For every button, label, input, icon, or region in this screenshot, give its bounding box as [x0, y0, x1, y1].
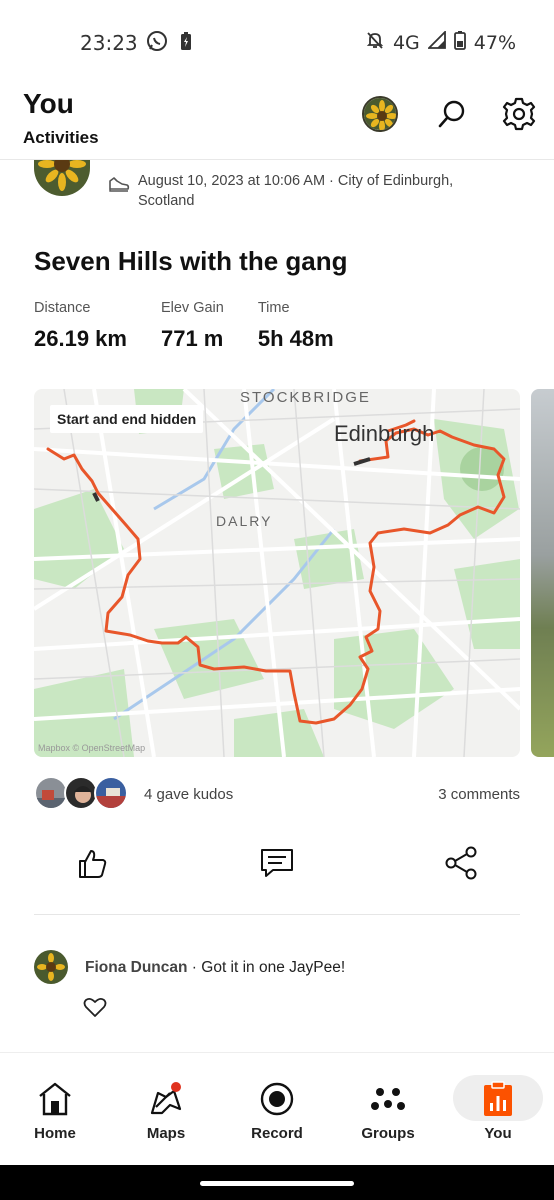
comments-count[interactable]: 3 comments — [438, 786, 520, 803]
stat-value: 771 m — [160, 326, 224, 351]
status-time: 23:23 — [80, 31, 138, 55]
home-gesture-handle[interactable] — [200, 1181, 354, 1186]
kudos-count[interactable]: 4 gave kudos — [144, 786, 233, 803]
nav-label: Record — [251, 1125, 303, 1142]
divider — [34, 914, 520, 915]
status-bar: 23:23 4G 47% — [0, 0, 554, 80]
bell-off-icon — [365, 30, 385, 55]
nav-item-you[interactable]: You — [448, 1053, 548, 1166]
comment-icon — [259, 846, 295, 885]
nav-label: You — [484, 1125, 512, 1142]
share-button[interactable] — [441, 845, 481, 885]
map-attribution: Mapbox © OpenStreetMap — [38, 743, 146, 753]
maps-icon — [146, 1079, 186, 1119]
comment-avatar[interactable] — [34, 950, 68, 984]
gesture-bar — [0, 1165, 554, 1200]
stat-label: Elev Gain — [160, 300, 224, 316]
run-shoe-icon — [108, 176, 130, 197]
avatar[interactable] — [362, 96, 398, 132]
owner-avatar[interactable] — [34, 160, 90, 196]
nav-label: Groups — [361, 1125, 415, 1142]
search-icon[interactable] — [434, 96, 470, 132]
whatsapp-icon — [146, 30, 168, 57]
thumbs-up-icon — [75, 846, 109, 885]
battery-icon — [453, 30, 466, 55]
kudo-avatar — [64, 776, 98, 810]
stat-elev-gain: Elev Gain 771 m — [161, 300, 224, 352]
comment-body: Got it in one JayPee! — [201, 959, 346, 976]
stat-label: Distance — [34, 300, 91, 316]
map-privacy-badge: Start and end hidden — [50, 405, 204, 433]
bottom-nav: Home Maps Record Groups You — [0, 1052, 554, 1165]
page-subtitle[interactable]: Activities — [23, 128, 99, 148]
stat-distance: Distance 26.19 km — [34, 300, 127, 352]
map-label-stockbridge: STOCKBRIDGE — [240, 389, 371, 406]
activity-stats: Distance 26.19 km Elev Gain 771 m Time 5… — [34, 300, 368, 352]
signal-icon — [426, 29, 446, 54]
stat-value: 5h 48m — [257, 326, 334, 351]
battery-percent: 47% — [473, 31, 516, 54]
kudo-avatar — [34, 776, 68, 810]
comment-author[interactable]: Fiona Duncan — [85, 959, 187, 976]
comment-text: Fiona Duncan · Got it in one JayPee! — [85, 959, 345, 977]
stat-value: 26.19 km — [34, 326, 127, 351]
share-icon — [443, 845, 479, 886]
nav-label: Maps — [146, 1125, 186, 1142]
nav-item-home[interactable]: Home — [5, 1053, 105, 1166]
kudos-row[interactable]: 4 gave kudos 3 comments — [34, 776, 520, 812]
route-map[interactable]: Start and end hidden STOCKBRIDGE DALRY E… — [34, 389, 520, 757]
activity-meta: August 10, 2023 at 10:06 AM · City of Ed… — [138, 173, 454, 209]
nav-label: Home — [34, 1125, 76, 1142]
comment-separator: · — [187, 959, 202, 976]
heart-icon[interactable] — [83, 996, 107, 1023]
route-hidden-segment — [353, 457, 371, 466]
home-icon — [35, 1079, 75, 1119]
you-icon — [478, 1079, 518, 1119]
map-label-dalry: DALRY — [216, 513, 273, 529]
map-label-city: Edinburgh — [334, 421, 435, 446]
page-title: You — [23, 88, 74, 119]
next-media-card[interactable] — [531, 389, 554, 757]
nav-item-record[interactable]: Record — [227, 1053, 327, 1166]
app-header: You Activities — [0, 80, 554, 160]
gear-icon[interactable] — [501, 96, 537, 132]
groups-icon — [368, 1079, 408, 1119]
kudo-avatar — [94, 776, 128, 810]
nav-item-groups[interactable]: Groups — [338, 1053, 438, 1166]
stat-time: Time 5h 48m — [258, 300, 334, 352]
battery-saver-icon — [180, 31, 192, 56]
record-icon — [257, 1079, 297, 1119]
kudos-button[interactable] — [72, 845, 112, 885]
comment-button[interactable] — [257, 845, 297, 885]
activity-title[interactable]: Seven Hills with the gang — [34, 246, 348, 277]
stat-label: Time — [257, 300, 290, 316]
nav-item-maps[interactable]: Maps — [116, 1053, 216, 1166]
network-label: 4G — [392, 31, 420, 54]
